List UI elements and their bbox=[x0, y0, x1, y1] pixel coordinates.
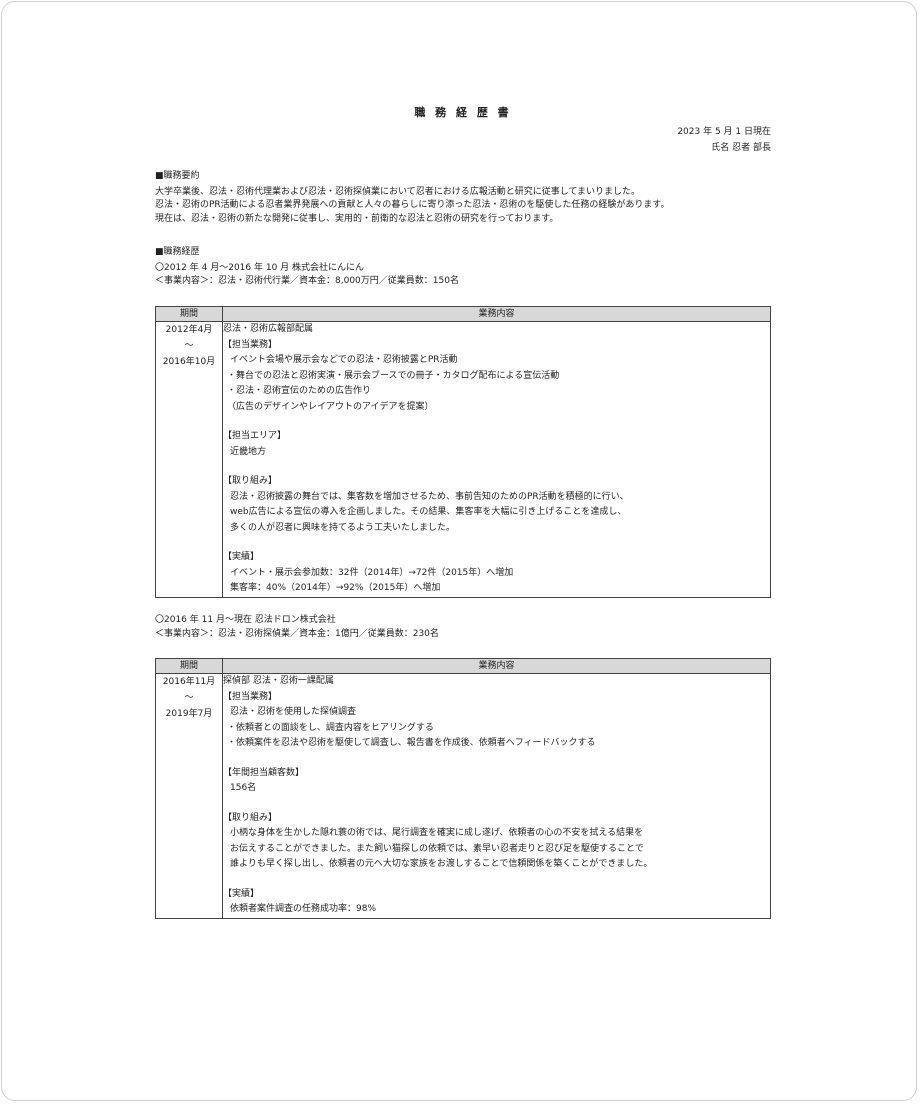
company-business: ＜事業内容＞：忍法・忍術探偵業／資本金：1億円／従業員数：230名 bbox=[155, 628, 439, 639]
duty-line: ・舞台での忍法と忍術実演・展示会ブースでの冊子・カタログ配布による宣伝活動 bbox=[227, 370, 560, 381]
period-separator: ～ bbox=[184, 341, 194, 351]
duty-line: ・依頼者との面談をし、調査内容をヒアリングする bbox=[227, 722, 434, 733]
period-end: 2016年10月 bbox=[162, 357, 216, 367]
result-line: 集客率：40%（2014年）→92%（2015年）へ増加 bbox=[230, 583, 441, 593]
result-line: イベント・展示会参加数：32件（2014年）→72件（2015年）へ増加 bbox=[230, 567, 514, 578]
department: 忍法・忍術広報部配属 bbox=[223, 324, 314, 334]
column-header-content: 業務内容 bbox=[222, 658, 771, 674]
company-title: 〇2012 年 4 月～2016 年 10 月 株式会社にんにん bbox=[155, 262, 365, 273]
document-date: 2023 年 5 月 1 日現在 bbox=[677, 127, 771, 137]
history-heading: ■職務経歴 bbox=[155, 247, 200, 257]
effort-line: お伝えすることができました。また飼い猫探しの依頼では、素早い忍者走りと忍び足を駆… bbox=[230, 843, 644, 854]
effort-line: 誰よりも早く探し出し、依頼者の元へ大切な家族をお渡しすることで信頼関係を築くこと… bbox=[230, 859, 653, 869]
company-2-header: 〇2016 年 11 月～現在 忍法ドロン株式会社 ＜事業内容＞：忍法・忍術探偵… bbox=[155, 614, 771, 641]
column-header-period: 期間 bbox=[155, 658, 223, 674]
area-value: 近畿地方 bbox=[230, 446, 267, 457]
period-start: 2012年4月 bbox=[165, 325, 213, 335]
duties-heading: 【担当業務】 bbox=[223, 691, 278, 702]
effort-heading: 【取り組み】 bbox=[223, 476, 278, 486]
content-cell: 忍法・忍術広報部配属 【担当業務】 イベント会場や展示会などでの忍法・忍術披露と… bbox=[222, 321, 771, 598]
period-cell: 2012年4月 ～ 2016年10月 bbox=[155, 321, 223, 598]
duty-line: ・忍法・忍術宣伝のための広告作り bbox=[227, 386, 372, 396]
client-count-value: 156名 bbox=[230, 783, 257, 793]
result-line: 依頼者案件調査の任務成功率：98% bbox=[230, 904, 377, 914]
document-title: 職 務 経 歴 書 bbox=[414, 106, 512, 119]
client-count-heading: 【年間担当顧客数】 bbox=[223, 767, 305, 778]
effort-line: 多くの人が忍者に興味を持てるよう工夫いたしました。 bbox=[230, 522, 456, 533]
summary-section: ■職務要約 大学卒業後、忍法・忍術代理業および忍法・忍術探偵業において忍者におけ… bbox=[155, 170, 771, 226]
company-title: 〇2016 年 11 月～現在 忍法ドロン株式会社 bbox=[155, 615, 336, 625]
effort-line: 小柄な身体を生かした隠れ蓑の術では、尾行調査を確実に成し遂げ、依頼者の心の不安を… bbox=[230, 828, 644, 838]
career-table: 期間 業務内容 2012年4月 ～ 2016年10月 忍法・忍術広報部配属 【担… bbox=[155, 306, 771, 598]
period-start: 2016年11月 bbox=[162, 677, 216, 687]
career-table: 期間 業務内容 2016年11月 ～ 2019年7月 探偵部 忍法・忍術一課配属… bbox=[155, 658, 771, 919]
period-separator: ～ bbox=[184, 693, 194, 703]
duty-line: ・依頼案件を忍法や忍術を駆使して調査し、報告書を作成後、依頼者へフィードバックす… bbox=[227, 738, 596, 748]
summary-line: 大学卒業後、忍法・忍術代理業および忍法・忍術探偵業において忍者における広報活動と… bbox=[155, 186, 641, 197]
summary-line: 現在は、忍法・忍術の新たな開発に従事し、実用的・前衛的な忍法と忍術の研究を行って… bbox=[155, 213, 559, 224]
department: 探偵部 忍法・忍術一課配属 bbox=[223, 676, 334, 686]
column-header-content: 業務内容 bbox=[222, 306, 771, 322]
column-header-period: 期間 bbox=[155, 306, 223, 322]
summary-heading: ■職務要約 bbox=[155, 171, 200, 181]
document-frame: 職 務 経 歴 書 2023 年 5 月 1 日現在 氏名 忍者 部長 ■職務要… bbox=[1, 1, 917, 1101]
duty-line: （広告のデザインやレイアウトのアイデアを提案） bbox=[227, 401, 434, 412]
effort-heading: 【取り組み】 bbox=[223, 812, 278, 823]
summary-line: 忍法・忍術のPR活動による忍者業界発展への貢献と人々の暮らしに寄り添った忍法・忍… bbox=[155, 200, 670, 210]
duty-line: イベント会場や展示会などでの忍法・忍術披露とPR活動 bbox=[230, 355, 458, 365]
author-name: 氏名 忍者 部長 bbox=[711, 143, 771, 153]
effort-line: web広告による宣伝の導入を企画しました。その結果、集客率を大幅に引き上げること… bbox=[230, 507, 627, 517]
company-business: ＜事業内容＞：忍法・忍術代行業／資本金：8,000万円／従業員数：150名 bbox=[155, 276, 459, 286]
content-cell: 探偵部 忍法・忍術一課配属 【担当業務】 忍法・忍術を使用した探偵調査 ・依頼者… bbox=[222, 673, 771, 919]
history-section: ■職務経歴 〇2012 年 4 月～2016 年 10 月 株式会社にんにん ＜… bbox=[155, 246, 771, 289]
duties-heading: 【担当業務】 bbox=[223, 339, 278, 350]
effort-line: 忍法・忍術披露の舞台では、集客数を増加させるため、事前告知のためのPR活動を積極… bbox=[230, 491, 629, 502]
result-heading: 【実績】 bbox=[223, 552, 260, 562]
duty-line: 忍法・忍術を使用した探偵調査 bbox=[230, 707, 357, 717]
period-cell: 2016年11月 ～ 2019年7月 bbox=[155, 673, 223, 919]
area-heading: 【担当エリア】 bbox=[223, 431, 287, 441]
period-end: 2019年7月 bbox=[165, 709, 213, 719]
result-heading: 【実績】 bbox=[223, 888, 260, 899]
